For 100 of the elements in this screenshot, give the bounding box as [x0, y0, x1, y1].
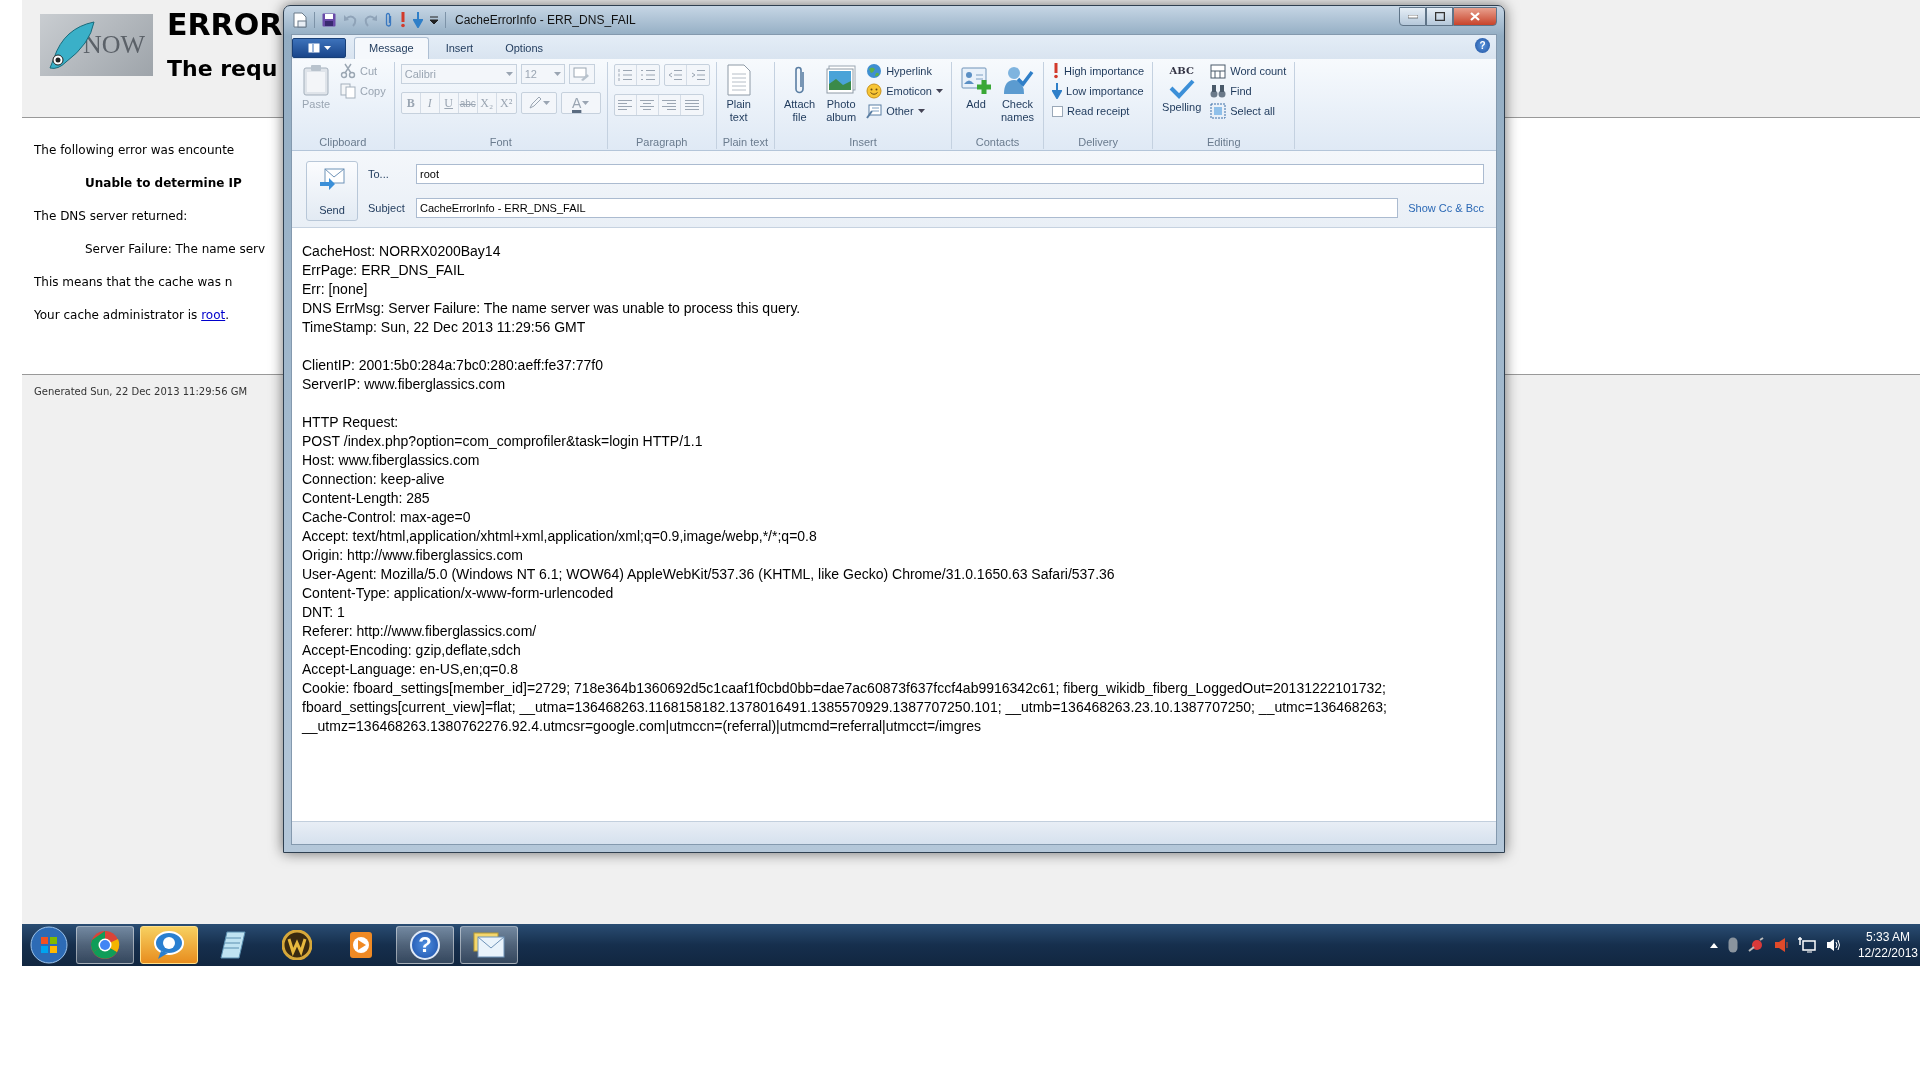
save-icon — [322, 13, 336, 27]
logo: NOW — [40, 14, 153, 76]
down-arrow-icon — [1052, 83, 1062, 99]
customize-menu-icon — [430, 16, 438, 24]
message-line: DNT: 1 — [302, 603, 346, 622]
read-receipt-checkbox[interactable]: Read receipt — [1050, 102, 1147, 120]
exclamation-icon — [1052, 63, 1060, 79]
error-text: The following error was encounte — [34, 143, 235, 159]
ribbon-button[interactable]: Check names — [998, 62, 1037, 126]
message-line: Accept-Encoding: gzip,deflate,sdch — [302, 641, 522, 660]
taskbar-button[interactable]: ? — [396, 926, 454, 964]
message-line: Host: www.fiberglassics.com — [302, 451, 481, 470]
page-subheading: The requ — [167, 56, 279, 81]
help-button[interactable]: ? — [1475, 37, 1490, 53]
smiley-icon — [866, 83, 883, 99]
align-center-icon — [640, 99, 655, 111]
ribbon-button[interactable]: Select all — [1208, 102, 1289, 120]
ribbon-button[interactable]: Attach file — [780, 62, 819, 126]
to-button[interactable]: To... — [368, 167, 416, 180]
maximize-button[interactable] — [1426, 7, 1453, 26]
tray-app-icon — [1747, 937, 1764, 953]
footer-text: Generated Sun, 22 Dec 2013 11:29:56 GM — [34, 386, 248, 397]
ribbon-button[interactable]: Other — [864, 102, 945, 120]
undo-icon — [343, 13, 357, 27]
mouse-icon — [1727, 937, 1738, 953]
bullet-list-icon — [640, 69, 655, 81]
send-icon — [319, 168, 345, 190]
ribbon-tab[interactable]: Message — [354, 37, 429, 59]
ribbon-button[interactable]: Emoticon — [864, 82, 945, 100]
exclamation-icon — [400, 12, 406, 28]
caret-icon — [323, 46, 331, 50]
message-line: ClientIP: 2001:5b0:284a:7bc0:280:aeff:fe37:77f0 — [302, 356, 604, 375]
minimize-button[interactable] — [1399, 7, 1426, 26]
message-line: CacheHost: NORRX0200Bay14 — [302, 242, 502, 261]
justify-icon — [684, 99, 699, 111]
new-message-icon — [293, 12, 307, 28]
message-line: Accept: text/html,application/xhtml+xml,application/xml;q=0.9,image/webp,*/*;q=0.8 — [302, 527, 818, 546]
document-icon — [725, 64, 752, 96]
ribbon-tab[interactable]: Insert — [430, 37, 489, 59]
volume-icon — [1825, 937, 1842, 953]
ribbon-button[interactable]: Find — [1208, 82, 1289, 100]
icon-text: ABC — [1169, 64, 1194, 77]
group-label: Editing — [1205, 135, 1242, 149]
message-line: Cache-Control: max-age=0 — [302, 508, 472, 527]
subject-field[interactable]: CacheErrorInfo - ERR_DNS_FAIL — [416, 198, 1399, 219]
increase-indent-icon — [690, 69, 705, 81]
binoculars-icon — [1210, 83, 1227, 99]
person-check-icon — [1001, 64, 1034, 96]
group-label: Font — [488, 135, 513, 149]
globe-icon — [866, 63, 883, 79]
message-line: Err: [none] — [302, 280, 369, 299]
page-heading: ERROR — [167, 8, 283, 42]
clock-time: 5:33 AM — [1864, 929, 1911, 945]
select-all-icon — [1210, 103, 1227, 119]
ribbon-button[interactable]: Photo album — [822, 62, 861, 126]
app-menu-button[interactable] — [292, 38, 346, 58]
message-line: TimeStamp: Sun, 22 Dec 2013 11:29:56 GMT — [302, 318, 587, 337]
close-button[interactable] — [1453, 7, 1497, 26]
pen-icon — [527, 96, 542, 110]
numbered-list-icon — [618, 69, 633, 81]
to-field[interactable]: root — [416, 163, 1484, 184]
clipboard-icon — [301, 64, 331, 96]
menu-icon — [307, 43, 320, 53]
ribbon-button[interactable]: Add — [958, 62, 994, 124]
redo-icon — [364, 13, 378, 27]
browser-icon — [90, 930, 120, 960]
checkbox[interactable] — [1052, 105, 1063, 117]
message-line: DNS ErrMsg: Server Failure: The name server was unable to process this query. — [302, 299, 802, 318]
subject-label: Subject — [368, 202, 406, 215]
caret-icon — [582, 101, 590, 105]
ribbon-button[interactable]: Plain text — [722, 62, 755, 126]
caret-icon — [936, 89, 943, 93]
speech-bubble-icon — [153, 930, 185, 960]
group-label: Delivery — [1077, 135, 1119, 149]
start-orb-icon — [30, 926, 68, 964]
show-cc-bcc-link[interactable]: Show Cc & Bcc — [1398, 202, 1484, 215]
group-label: Insert — [848, 135, 878, 149]
error-text: Server Failure: The name serv — [84, 242, 266, 258]
clock-date: 12/22/2013 — [1857, 945, 1918, 961]
ribbon-button[interactable]: High importance — [1050, 62, 1147, 80]
message-line: ServerIP: www.fiberglassics.com — [302, 375, 507, 394]
notepad-icon — [219, 930, 247, 960]
ribbon-button[interactable]: Hyperlink — [864, 62, 945, 80]
align-left-icon — [618, 99, 633, 111]
message-line: HTTP Request: — [302, 413, 400, 432]
error-text: This means that the cache was n — [34, 275, 233, 291]
ribbon-button[interactable]: Word count — [1208, 62, 1289, 80]
caret-icon — [542, 101, 550, 105]
group-label: Contacts — [974, 135, 1021, 149]
maximize-icon — [1434, 12, 1445, 21]
card-icon — [866, 103, 883, 119]
ribbon-tab[interactable]: Options — [490, 37, 559, 59]
group-label: Plain text — [722, 135, 768, 149]
message-line: ErrPage: ERR_DNS_FAIL — [302, 261, 466, 280]
ribbon-button[interactable]: ABC Spelling — [1159, 62, 1205, 124]
ribbon-button[interactable]: Low importance — [1050, 82, 1147, 100]
mail-icon — [472, 930, 506, 960]
message-line: Content-Type: application/x-www-form-urlencoded — [302, 584, 615, 603]
send-button[interactable]: Send — [306, 161, 358, 221]
start-button[interactable] — [28, 925, 70, 965]
